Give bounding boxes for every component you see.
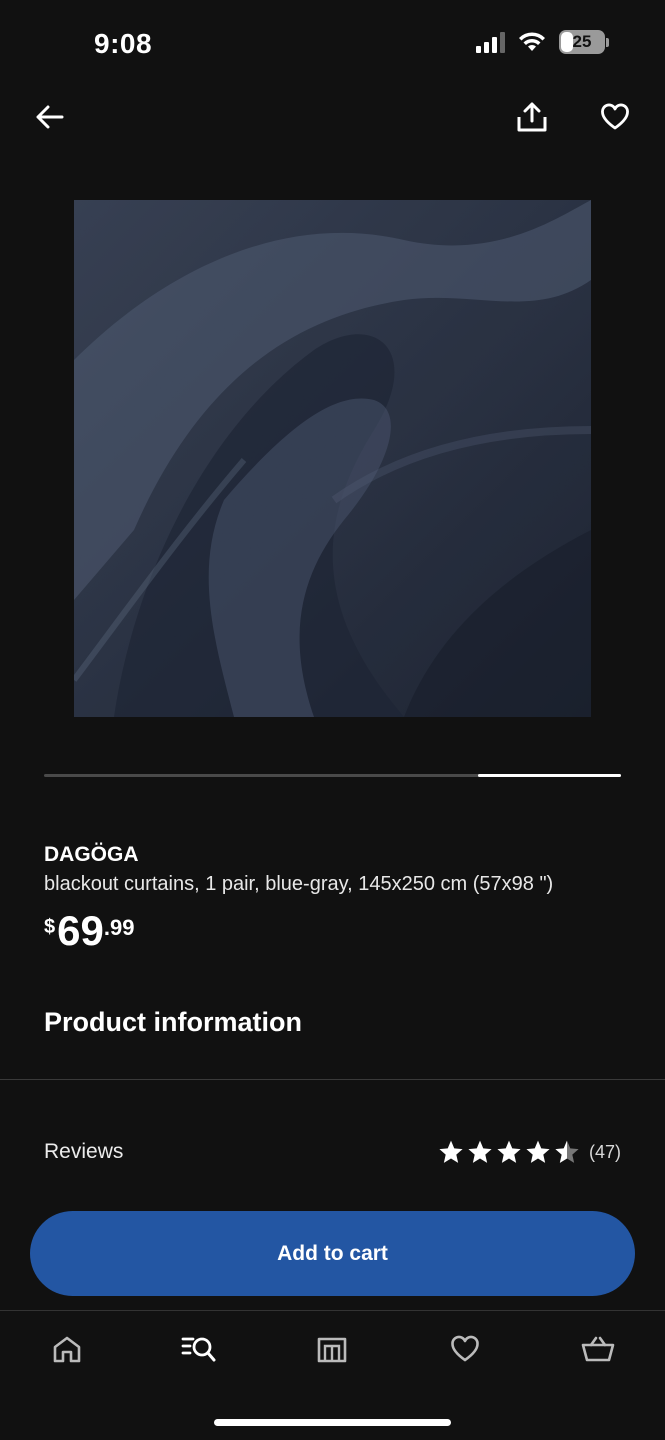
product-screen: 9:08 25 DAGÖGA blackout curtains, 1 pair… [0,0,665,1440]
star-full-icon [439,1140,463,1163]
star-full-icon [526,1140,550,1163]
wifi-icon [519,32,545,51]
product-information-link[interactable]: Product information [44,1007,302,1038]
tab-favourites[interactable] [441,1329,489,1369]
home-indicator[interactable] [214,1419,451,1426]
star-half-icon [555,1140,579,1163]
heart-icon [601,103,629,130]
product-image[interactable] [74,200,591,717]
basket-icon [581,1336,615,1362]
fabric-image [74,200,591,717]
add-to-cart-button[interactable]: Add to cart [30,1211,635,1296]
review-count: (47) [588,1141,621,1162]
share-button[interactable] [510,95,554,139]
back-button[interactable] [28,95,72,139]
star-full-icon [468,1140,492,1163]
tab-home[interactable] [43,1329,91,1369]
price-currency: $ [44,916,56,938]
star-full-icon [497,1140,521,1163]
image-carousel-indicator[interactable] [44,774,621,777]
carousel-active-segment [478,774,621,777]
status-time: 9:08 [94,28,153,59]
product-description: blackout curtains, 1 pair, blue-gray, 14… [44,873,554,895]
divider [0,1079,665,1080]
product-name: DAGÖGA [44,843,139,866]
battery-level: 25 [572,32,592,51]
share-icon [517,102,547,132]
reviews-row[interactable]: Reviews (47) [44,1134,621,1170]
heart-icon [451,1335,479,1362]
reviews-label: Reviews [44,1140,124,1163]
rating-stars: (47) [438,1139,621,1165]
home-icon [53,1336,81,1363]
battery-icon: 25 [559,30,609,54]
status-icons: 25 [476,30,609,54]
arrow-left-icon [36,105,64,129]
tab-stores[interactable] [308,1329,356,1369]
favorite-button[interactable] [593,95,637,139]
price-decimal: .99 [103,915,135,940]
search-list-icon [181,1337,216,1362]
cellular-signal-icon [476,31,505,53]
product-price: $ 69 .99 [44,907,135,954]
price-integer: 69 [57,907,104,954]
tab-search[interactable] [175,1329,223,1369]
tab-cart[interactable] [574,1329,622,1369]
store-icon [317,1337,347,1363]
